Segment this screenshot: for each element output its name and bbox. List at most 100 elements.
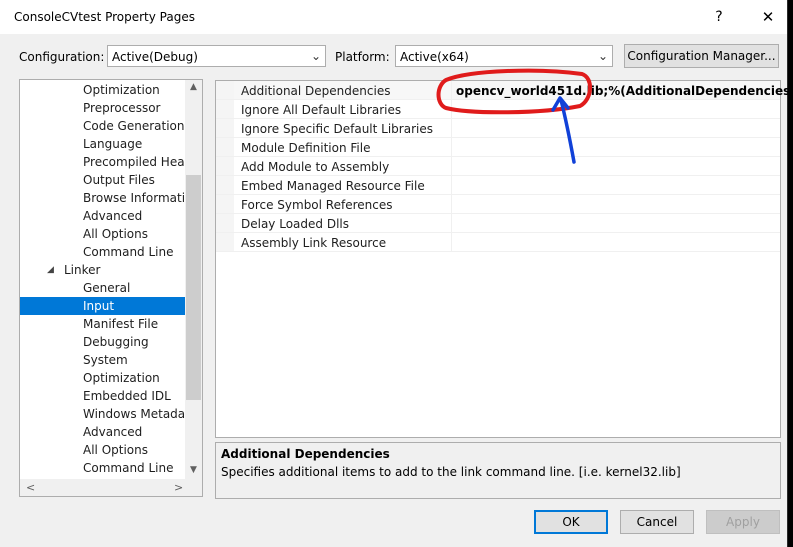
tree-item[interactable]: System	[20, 351, 186, 369]
tree-item-label: Browse Information	[83, 191, 200, 205]
platform-dropdown[interactable]: Active(x64) ⌄	[395, 45, 613, 67]
property-name: Force Symbol References	[241, 198, 393, 212]
tree-item-label: Embedded IDL	[83, 389, 171, 403]
property-name: Assembly Link Resource	[241, 236, 387, 250]
title-bar: ConsoleCVtest Property Pages ? ✕	[0, 0, 787, 34]
tree-item[interactable]: Embedded IDL	[20, 387, 186, 405]
tree-item[interactable]: Optimization	[20, 81, 186, 99]
column-divider	[451, 214, 452, 232]
property-row[interactable]: Add Module to Assembly	[216, 157, 780, 176]
tree-item[interactable]: All Options	[20, 225, 186, 243]
tree-item[interactable]: Manifest File	[20, 315, 186, 333]
tree-item[interactable]: Windows Metadata	[20, 405, 197, 423]
tree-item-label: Precompiled Heade	[83, 155, 200, 169]
cancel-button[interactable]: Cancel	[620, 510, 694, 534]
tree-item-label: Advanced	[83, 209, 143, 223]
column-divider	[451, 100, 452, 118]
tree-item[interactable]: Advanced	[20, 423, 186, 441]
help-icon[interactable]: ?	[704, 6, 734, 28]
tree-item[interactable]: Code Generation	[20, 117, 186, 135]
tree-item[interactable]: ◢ Linker	[20, 261, 186, 279]
tree-vertical-scrollbar[interactable]: ▲ ▼	[185, 80, 202, 479]
tree-item-label: Language	[83, 137, 143, 151]
ok-button[interactable]: OK	[534, 510, 608, 534]
tree-item-label: Preprocessor	[83, 101, 161, 115]
platform-value: Active(x64)	[400, 50, 469, 64]
property-row[interactable]: Force Symbol References	[216, 195, 780, 214]
tree-item[interactable]: Command Line	[20, 243, 186, 261]
row-gutter	[216, 195, 234, 213]
tree-item-label: Output Files	[83, 173, 155, 187]
tree-item-label: Optimization	[83, 371, 160, 385]
description-title: Additional Dependencies	[221, 447, 390, 461]
row-gutter	[216, 157, 234, 175]
window-title: ConsoleCVtest Property Pages	[14, 10, 195, 24]
tree-horizontal-scrollbar[interactable]: < >	[20, 479, 202, 496]
column-divider	[451, 195, 452, 213]
row-gutter	[216, 233, 234, 251]
tree-item[interactable]: Browse Information	[20, 189, 200, 207]
property-row[interactable]: Ignore All Default Libraries	[216, 100, 780, 119]
row-gutter	[216, 119, 234, 137]
tree-item[interactable]: Advanced	[20, 207, 186, 225]
scroll-left-icon[interactable]: <	[26, 481, 35, 494]
tree-item[interactable]: Precompiled Heade	[20, 153, 200, 171]
apply-button[interactable]: Apply	[706, 510, 780, 534]
scroll-thumb[interactable]	[186, 175, 201, 400]
tree-item[interactable]: Language	[20, 135, 186, 153]
row-gutter	[216, 138, 234, 156]
tree-item[interactable]: Optimization	[20, 369, 186, 387]
tree-item-label: Command Line	[83, 461, 174, 475]
tree-item[interactable]: Input	[20, 297, 186, 315]
column-divider	[451, 233, 452, 251]
tree-item-label: Windows Metadata	[83, 407, 198, 421]
scroll-up-icon[interactable]: ▲	[185, 82, 202, 92]
row-gutter	[216, 214, 234, 232]
property-row[interactable]: Additional Dependencies opencv_world451d.…	[216, 81, 793, 100]
column-divider	[451, 176, 452, 194]
tree-item-label: General	[83, 281, 131, 295]
tree-item[interactable]: Preprocessor	[20, 99, 186, 117]
tree-item-label: Command Line	[83, 245, 174, 259]
expand-triangle-icon[interactable]: ◢	[47, 261, 54, 279]
chevron-down-icon: ⌄	[310, 49, 321, 63]
property-name: Add Module to Assembly	[241, 160, 390, 174]
column-divider	[451, 157, 452, 175]
tree-item[interactable]: Command Line	[20, 459, 186, 477]
tree-item-label: All Options	[83, 443, 148, 457]
scroll-right-icon[interactable]: >	[174, 481, 183, 494]
configuration-dropdown[interactable]: Active(Debug) ⌄	[107, 45, 326, 67]
property-name: Ignore Specific Default Libraries	[241, 122, 433, 136]
property-row[interactable]: Embed Managed Resource File	[216, 176, 780, 195]
description-text: Specifies additional items to add to the…	[221, 465, 681, 479]
chevron-down-icon: ⌄	[597, 49, 608, 63]
category-tree[interactable]: Optimization Preprocessor Code Generation L…	[19, 79, 203, 497]
tree-item[interactable]: All Options	[20, 441, 186, 459]
tree-item-label: Optimization	[83, 83, 160, 97]
property-row[interactable]: Assembly Link Resource	[216, 233, 780, 252]
column-divider	[451, 119, 452, 137]
row-gutter	[216, 81, 234, 99]
tree-item-label: Debugging	[83, 335, 149, 349]
property-value[interactable]: opencv_world451d.lib;%(AdditionalDepende…	[456, 84, 793, 98]
tree-item-label: Manifest File	[83, 317, 159, 331]
property-name: Embed Managed Resource File	[241, 179, 425, 193]
configuration-label: Configuration:	[19, 50, 105, 64]
property-row[interactable]: Delay Loaded Dlls	[216, 214, 780, 233]
property-name: Additional Dependencies	[241, 84, 391, 98]
tree-item[interactable]: Debugging	[20, 333, 186, 351]
configuration-manager-button[interactable]: Configuration Manager...	[624, 44, 779, 68]
property-name: Ignore All Default Libraries	[241, 103, 402, 117]
row-gutter	[216, 176, 234, 194]
property-pages-dialog: ConsoleCVtest Property Pages ? ✕ Configu…	[0, 0, 793, 547]
tree-item-label: Advanced	[83, 425, 143, 439]
tree-item-label: Code Generation	[83, 119, 185, 133]
property-row[interactable]: Module Definition File	[216, 138, 780, 157]
tree-item[interactable]: General	[20, 279, 186, 297]
scroll-down-icon[interactable]: ▼	[185, 465, 202, 475]
property-grid: Additional Dependencies opencv_world451d.…	[215, 80, 793, 438]
property-row[interactable]: Ignore Specific Default Libraries	[216, 119, 780, 138]
column-divider	[451, 138, 452, 156]
close-icon[interactable]: ✕	[753, 6, 783, 28]
tree-item[interactable]: Output Files	[20, 171, 186, 189]
